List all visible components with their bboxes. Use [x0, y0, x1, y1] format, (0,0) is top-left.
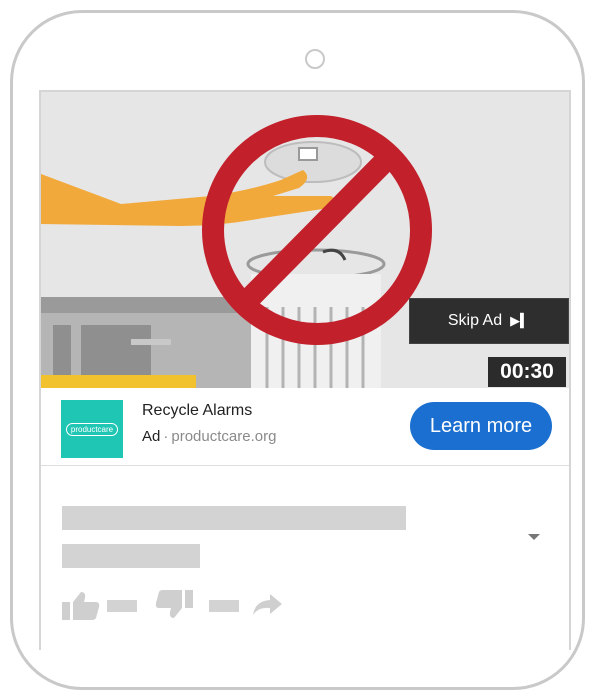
- learn-more-button[interactable]: Learn more: [410, 402, 552, 450]
- ad-info-bar: productcare Recycle Alarms Ad · productcar…: [41, 388, 569, 466]
- screen: Skip Ad ▶▍ 00:30 productcare Recycle Ala…: [39, 90, 571, 650]
- dislike-count-placeholder: [209, 600, 239, 612]
- subtitle-placeholder: [62, 544, 200, 568]
- like-count-placeholder: [107, 600, 137, 612]
- share-icon[interactable]: [252, 592, 282, 616]
- thumbs-up-icon[interactable]: [62, 590, 100, 620]
- chevron-down-icon[interactable]: [528, 534, 540, 540]
- ad-subtitle: Ad · productcare.org: [142, 428, 276, 445]
- skip-next-icon: ▶▍: [510, 313, 531, 328]
- video-player[interactable]: Skip Ad ▶▍ 00:30: [41, 92, 569, 388]
- skip-ad-label: Skip Ad: [447, 312, 503, 329]
- ad-domain-link[interactable]: productcare.org: [171, 428, 276, 445]
- ad-timer: 00:30: [488, 357, 566, 387]
- thumbs-down-icon[interactable]: [155, 590, 193, 620]
- ad-separator: ·: [163, 428, 169, 445]
- ad-title: Recycle Alarms: [142, 402, 253, 419]
- advertiser-logo[interactable]: productcare: [61, 400, 123, 458]
- ad-label: Ad: [142, 428, 161, 445]
- camera-icon: [305, 49, 325, 69]
- title-placeholder: [62, 506, 406, 530]
- skip-ad-button[interactable]: Skip Ad ▶▍: [409, 298, 569, 344]
